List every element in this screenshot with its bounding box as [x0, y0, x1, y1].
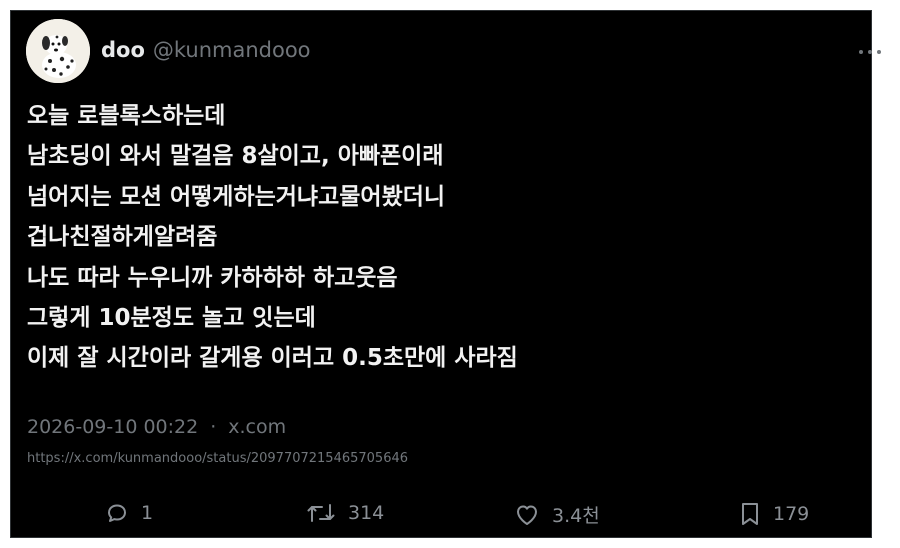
avatar[interactable]: [26, 19, 90, 83]
tweet-meta: 2026-09-10 00:22 · x.com: [27, 416, 286, 438]
more-dot: [859, 50, 863, 54]
reply-icon: [108, 504, 126, 522]
more-dot: [868, 50, 872, 54]
tweet-url[interactable]: https://x.com/kunmandooo/status/20977072…: [27, 451, 408, 466]
display-name[interactable]: doo: [101, 38, 145, 62]
action-bar: 1 314 3.4천 179: [11, 501, 871, 531]
more-dot: [877, 50, 881, 54]
tweet-line: 겁나친절하게알려줌: [27, 224, 218, 251]
tweet-line: 오늘 로블록스하는데: [27, 103, 226, 129]
tweet-line: 나도 따라 누우니까 카하하하 하고웃음: [27, 264, 398, 291]
heart-icon: [517, 505, 537, 525]
source-label: x.com: [228, 416, 287, 438]
retweet-count: 314: [348, 502, 385, 524]
tweet-line: 남초딩이 와서 말걸음 8살이고, 아빠폰이래: [27, 143, 444, 170]
author-header: doo @kunmandooo: [101, 38, 311, 62]
bookmark-count: 179: [773, 503, 810, 525]
bookmark-icon: [742, 503, 758, 525]
tweet-text: 오늘 로블록스하는데 남초딩이 와서 말걸음 8살이고, 아빠폰이래 넘어지는 …: [27, 96, 847, 379]
reply-button[interactable]: 1: [105, 501, 153, 525]
retweet-icon: [307, 504, 335, 522]
retweet-button[interactable]: 314: [306, 501, 384, 525]
bookmark-button[interactable]: 179: [739, 501, 809, 527]
user-handle[interactable]: @kunmandooo: [153, 38, 311, 62]
like-button[interactable]: 3.4천: [514, 501, 600, 528]
tweet-line: 이제 잘 시간이라 갈게용 이러고 0.5초만에 사라짐: [27, 345, 518, 372]
timestamp[interactable]: 2026-09-10 00:22: [27, 416, 198, 438]
tweet-card: doo @kunmandooo 오늘 로블록스하는데 남초딩이 와서 말걸음 8…: [10, 10, 881, 538]
like-count: 3.4천: [552, 505, 600, 527]
dalmatian-avatar-image: [26, 19, 90, 83]
more-horizontal-icon[interactable]: [859, 47, 881, 57]
tweet-line: 그렇게 10분정도 놀고 잇는데: [27, 304, 316, 331]
meta-separator: ·: [210, 416, 217, 438]
tweet-line: 넘어지는 모션 어떻게하는거냐고물어봤더니: [27, 183, 446, 210]
reply-count: 1: [141, 502, 154, 524]
